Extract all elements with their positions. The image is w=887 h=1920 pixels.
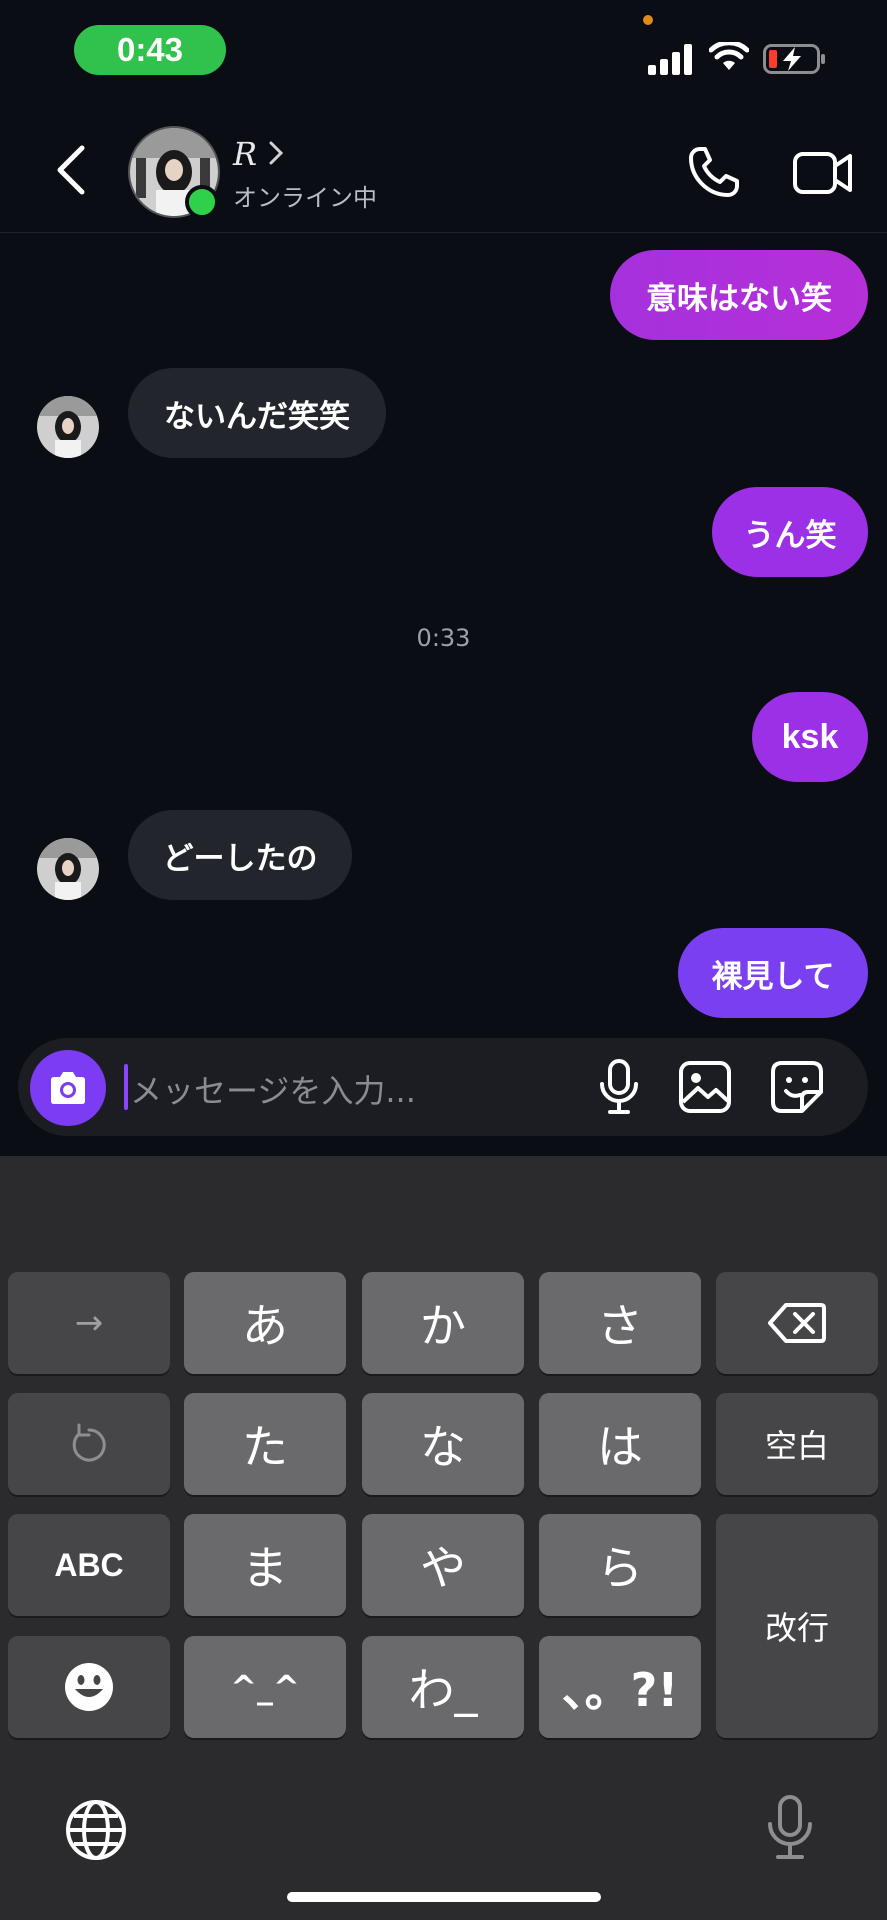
chat-header: R オンライン中 xyxy=(0,110,887,233)
contact-status: オンライン中 xyxy=(233,184,377,212)
microphone-button[interactable] xyxy=(596,1058,642,1116)
outgoing-message[interactable]: うん笑 xyxy=(712,487,868,577)
key-ka[interactable]: か xyxy=(362,1272,524,1374)
chevron-right-icon xyxy=(269,141,284,165)
globe-icon[interactable] xyxy=(64,1798,128,1862)
battery-charging-icon xyxy=(763,44,825,74)
text-cursor xyxy=(124,1064,128,1110)
key-punctuation[interactable]: 、。?! xyxy=(539,1636,701,1738)
home-indicator[interactable] xyxy=(287,1892,601,1902)
contact-name[interactable]: R xyxy=(233,135,257,173)
outgoing-message[interactable]: ksk xyxy=(752,692,868,782)
key-a[interactable]: あ xyxy=(184,1272,346,1374)
camera-button[interactable] xyxy=(30,1050,106,1126)
video-call-button[interactable] xyxy=(792,148,854,198)
abc-key[interactable]: ABC xyxy=(8,1514,170,1616)
key-kaomoji[interactable]: ^_^ xyxy=(184,1636,346,1738)
backspace-icon xyxy=(768,1303,826,1343)
emoji-key[interactable] xyxy=(8,1636,170,1738)
dictation-mic-icon[interactable] xyxy=(764,1794,816,1862)
space-key[interactable]: 空白 xyxy=(716,1393,878,1495)
outgoing-message[interactable]: 意味はない笑 xyxy=(610,250,868,340)
key-sa[interactable]: さ xyxy=(539,1272,701,1374)
outgoing-message[interactable]: 裸見して xyxy=(678,928,868,1018)
image-gallery-button[interactable] xyxy=(678,1060,732,1114)
camera-icon xyxy=(51,1072,85,1104)
back-button[interactable] xyxy=(52,140,92,200)
key-ra[interactable]: ら xyxy=(539,1514,701,1616)
key-wa[interactable]: わ_ xyxy=(362,1636,524,1738)
phone-call-button[interactable] xyxy=(686,144,742,200)
undo-key[interactable] xyxy=(8,1393,170,1495)
key-na[interactable]: な xyxy=(362,1393,524,1495)
cellular-signal-icon xyxy=(648,43,694,75)
privacy-indicator-dot xyxy=(643,15,653,25)
message-input[interactable]: メッセージを入力... xyxy=(130,1066,416,1112)
status-time: 0:43 xyxy=(74,25,226,75)
key-ta[interactable]: た xyxy=(184,1393,346,1495)
wifi-icon xyxy=(709,42,749,70)
incoming-message[interactable]: ないんだ笑笑 xyxy=(128,368,386,458)
incoming-message[interactable]: どーしたの xyxy=(128,810,352,900)
sender-avatar xyxy=(37,838,99,900)
emoji-icon xyxy=(65,1663,113,1711)
sender-avatar xyxy=(37,396,99,458)
timestamp-separator: 0:33 xyxy=(416,624,471,652)
online-indicator xyxy=(185,185,219,219)
key-ha[interactable]: は xyxy=(539,1393,701,1495)
enter-key[interactable]: 改行 xyxy=(716,1514,878,1738)
key-ya[interactable]: や xyxy=(362,1514,524,1616)
backspace-key[interactable] xyxy=(716,1272,878,1374)
key-cursor-right[interactable]: → xyxy=(8,1272,170,1374)
key-ma[interactable]: ま xyxy=(184,1514,346,1616)
undo-icon xyxy=(72,1423,106,1462)
message-composer: メッセージを入力... xyxy=(18,1038,868,1136)
sticker-button[interactable] xyxy=(770,1060,824,1114)
